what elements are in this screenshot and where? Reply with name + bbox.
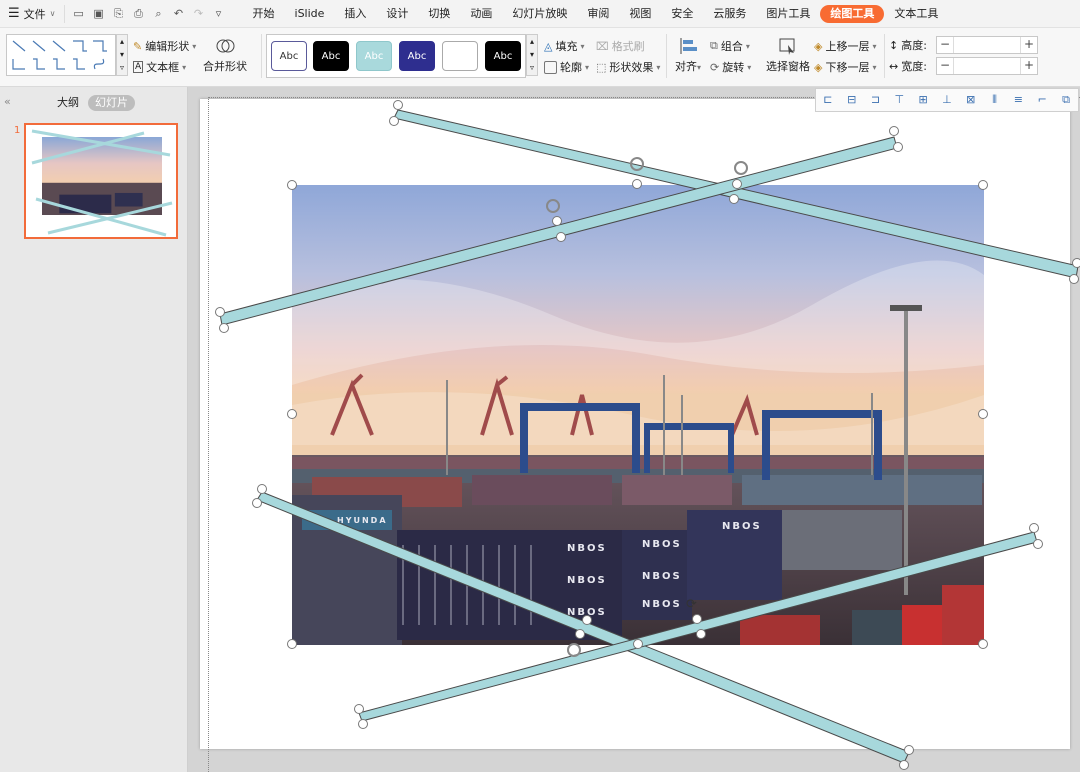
- align-top-icon[interactable]: ⊤: [893, 94, 905, 106]
- align-center-icon[interactable]: ⊟: [846, 94, 858, 106]
- distribute-icon[interactable]: ≡: [1012, 94, 1024, 106]
- floating-align-toolbar: ⊏ ⊟ ⊐ ⊤ ⊞ ⊥ ⊠ ⦀ ≡ ⌐ ⧉: [815, 88, 1079, 112]
- align-left-icon[interactable]: ⊏: [822, 94, 834, 106]
- align-bottom-icon[interactable]: ⊥: [941, 94, 953, 106]
- rotate-handles[interactable]: [546, 157, 748, 657]
- line-shape-3[interactable]: [256, 491, 910, 764]
- selected-line-shapes[interactable]: ⟳: [0, 0, 1080, 772]
- line-shape-2[interactable]: [219, 136, 898, 326]
- rotate-icon[interactable]: ⟳: [686, 597, 697, 612]
- more-align-icon[interactable]: ⧉: [1060, 94, 1072, 106]
- fit-slide-icon[interactable]: ⌐: [1036, 94, 1048, 106]
- distribute-horizontal-icon[interactable]: ⊠: [965, 94, 977, 106]
- distribute-vertical-icon[interactable]: ⦀: [989, 94, 1001, 106]
- align-right-icon[interactable]: ⊐: [870, 94, 882, 106]
- selection-handles[interactable]: [215, 100, 1080, 770]
- align-middle-icon[interactable]: ⊞: [917, 94, 929, 106]
- line-shape-4[interactable]: [358, 531, 1038, 722]
